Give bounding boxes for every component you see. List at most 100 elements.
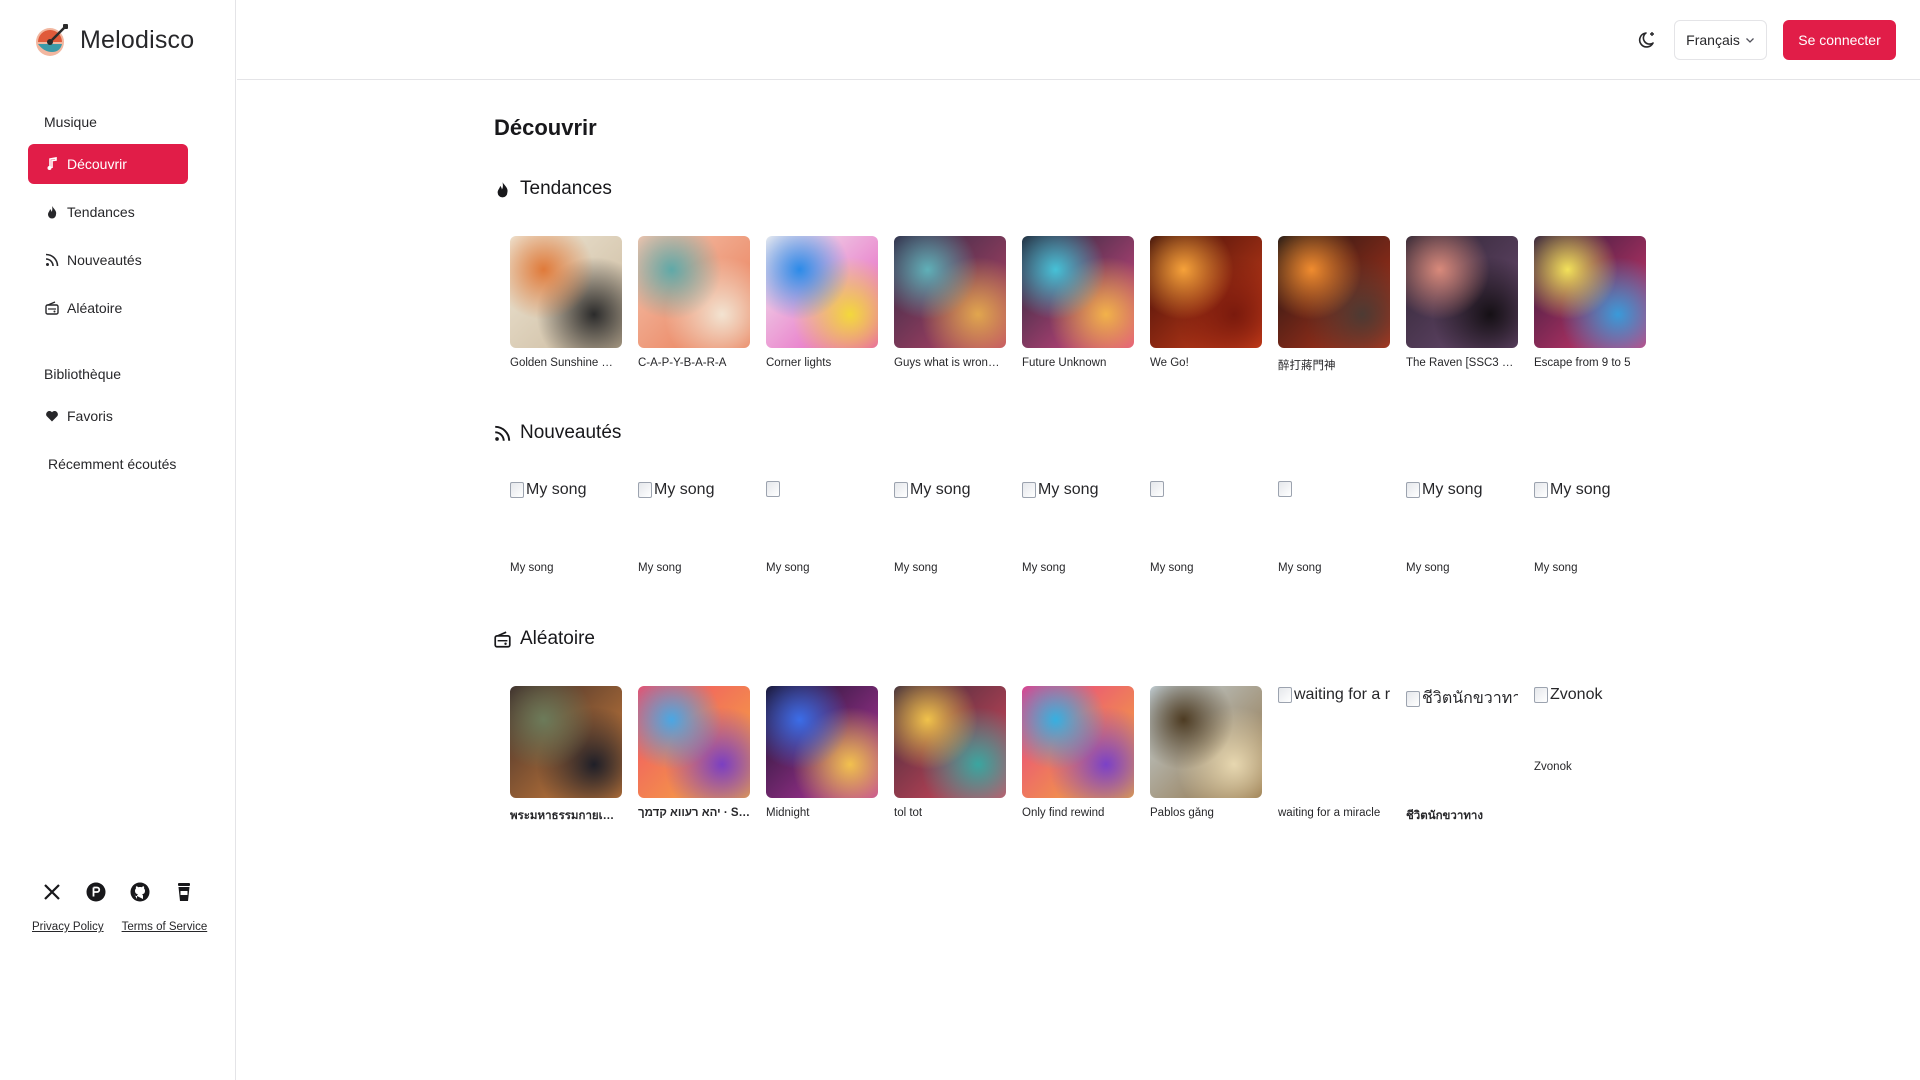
track-card[interactable]: Escape from 9 to 5 <box>1534 236 1646 373</box>
track-cover[interactable]: My song <box>510 481 622 553</box>
track-cover[interactable] <box>766 481 878 553</box>
track-name: My song <box>510 562 554 574</box>
track-cover[interactable] <box>1534 236 1646 348</box>
track-card[interactable]: My song <box>1150 481 1262 574</box>
section-heading-trending: Tendances <box>494 178 612 200</box>
track-card[interactable]: יהא רעווא קדמך · S… <box>638 686 750 825</box>
track-card[interactable]: C-A-P-Y-B-A-R-A <box>638 236 750 373</box>
track-cover[interactable]: waiting for a r <box>1278 686 1390 798</box>
track-cover[interactable]: Zvonok <box>1534 686 1646 752</box>
track-cover[interactable]: ชีวิตนักขวาทาง <box>1406 686 1518 798</box>
sidebar-item-label: Tendances <box>67 204 135 220</box>
track-card[interactable]: Zvonok Zvonok <box>1534 686 1646 825</box>
track-cover[interactable] <box>1406 236 1518 348</box>
alt-text: My song <box>910 481 971 498</box>
track-cover[interactable]: My song <box>1406 481 1518 553</box>
track-name: My song <box>1150 562 1194 574</box>
track-card[interactable]: Golden Sunshine … <box>510 236 622 373</box>
track-cover[interactable] <box>766 686 878 798</box>
broken-image-alt <box>1278 481 1390 497</box>
sidebar-item-discover[interactable]: Découvrir <box>28 144 188 184</box>
top-header <box>237 0 1920 80</box>
broken-image-alt: My song <box>1406 481 1518 499</box>
track-card[interactable]: My song My song <box>638 481 750 574</box>
sidebar-item-new[interactable]: Nouveautés <box>28 240 188 280</box>
track-card[interactable]: Guys what is wron… <box>894 236 1006 373</box>
track-name: We Go! <box>1150 357 1189 369</box>
alt-text: My song <box>526 481 587 498</box>
broken-image-alt: My song <box>638 481 750 499</box>
sidebar-item-favorites[interactable]: Favoris <box>28 396 188 436</box>
broken-image-alt: ชีวิตนักขวาทาง <box>1406 686 1518 711</box>
track-card[interactable]: Midnight <box>766 686 878 825</box>
track-card[interactable]: My song My song <box>1534 481 1646 574</box>
track-card[interactable]: The Raven [SSC3 … <box>1406 236 1518 373</box>
sidebar-item-trending[interactable]: Tendances <box>28 192 188 232</box>
track-card[interactable]: 醉打蔣門神 <box>1278 236 1390 373</box>
track-cover[interactable] <box>894 686 1006 798</box>
track-name: The Raven [SSC3 … <box>1406 357 1514 369</box>
privacy-policy-link[interactable]: Privacy Policy <box>32 921 104 933</box>
track-card[interactable]: My song My song <box>1406 481 1518 574</box>
track-card[interactable]: My song My song <box>1022 481 1134 574</box>
sidebar-item-random[interactable]: Aléatoire <box>28 288 188 328</box>
broken-image-icon <box>1022 482 1036 498</box>
terms-of-service-link[interactable]: Terms of Service <box>122 921 208 933</box>
language-select[interactable]: Français <box>1674 20 1767 60</box>
track-cover[interactable] <box>1022 236 1134 348</box>
track-name: C-A-P-Y-B-A-R-A <box>638 357 727 369</box>
track-cover[interactable] <box>510 686 622 798</box>
track-card[interactable]: My song My song <box>894 481 1006 574</box>
track-name: My song <box>766 562 810 574</box>
track-cover[interactable] <box>894 236 1006 348</box>
track-name: Midnight <box>766 807 810 819</box>
track-card[interactable]: My song My song <box>510 481 622 574</box>
sidebar-item-recent[interactable]: Récemment écoutés <box>28 444 188 484</box>
track-name: My song <box>1022 562 1066 574</box>
track-cover[interactable] <box>638 686 750 798</box>
track-card[interactable]: พระมหาธรรมกายเ… <box>510 686 622 825</box>
track-cover[interactable] <box>1150 481 1262 553</box>
track-card[interactable]: tol tot <box>894 686 1006 825</box>
broken-image-icon <box>1406 690 1420 707</box>
track-cover[interactable] <box>1150 236 1262 348</box>
page-title: Découvrir <box>494 115 597 140</box>
alt-text: Zvonok <box>1550 686 1603 703</box>
track-card[interactable]: My song <box>1278 481 1390 574</box>
track-cover[interactable] <box>1022 686 1134 798</box>
github-icon[interactable] <box>130 882 150 902</box>
broken-image-icon <box>1534 687 1548 703</box>
track-card[interactable]: Corner lights <box>766 236 878 373</box>
track-cover[interactable]: My song <box>638 481 750 553</box>
track-cover[interactable]: My song <box>1534 481 1646 553</box>
track-cover[interactable] <box>1278 236 1390 348</box>
track-card[interactable]: ชีวิตนักขวาทางชีวิตนักขวาทาง <box>1406 686 1518 825</box>
track-card[interactable]: We Go! <box>1150 236 1262 373</box>
track-card[interactable]: My song <box>766 481 878 574</box>
track-card[interactable]: Pablos gång <box>1150 686 1262 825</box>
login-button[interactable]: Se connecter <box>1783 20 1896 60</box>
broken-image-alt <box>766 481 878 497</box>
alt-text: ชีวิตนักขวาทาง <box>1422 690 1518 707</box>
track-card[interactable]: Only find rewind <box>1022 686 1134 825</box>
track-cover[interactable] <box>1150 686 1262 798</box>
rss-icon <box>45 253 59 267</box>
product-hunt-icon[interactable] <box>86 882 106 902</box>
alt-text: My song <box>1422 481 1483 498</box>
broken-image-icon <box>1278 481 1292 497</box>
broken-image-icon <box>1150 481 1164 497</box>
track-card[interactable]: waiting for a r waiting for a miracle <box>1278 686 1390 825</box>
logo[interactable]: Melodisco <box>34 22 194 58</box>
track-cover[interactable]: My song <box>894 481 1006 553</box>
x-icon[interactable] <box>42 882 62 902</box>
track-cover[interactable] <box>1278 481 1390 553</box>
coffee-icon[interactable] <box>174 882 194 902</box>
broken-image-icon <box>766 481 780 497</box>
theme-toggle-button[interactable] <box>1636 28 1660 52</box>
track-card[interactable]: Future Unknown <box>1022 236 1134 373</box>
alt-text: My song <box>1038 481 1099 498</box>
track-cover[interactable] <box>638 236 750 348</box>
track-cover[interactable] <box>510 236 622 348</box>
track-cover[interactable] <box>766 236 878 348</box>
track-cover[interactable]: My song <box>1022 481 1134 553</box>
